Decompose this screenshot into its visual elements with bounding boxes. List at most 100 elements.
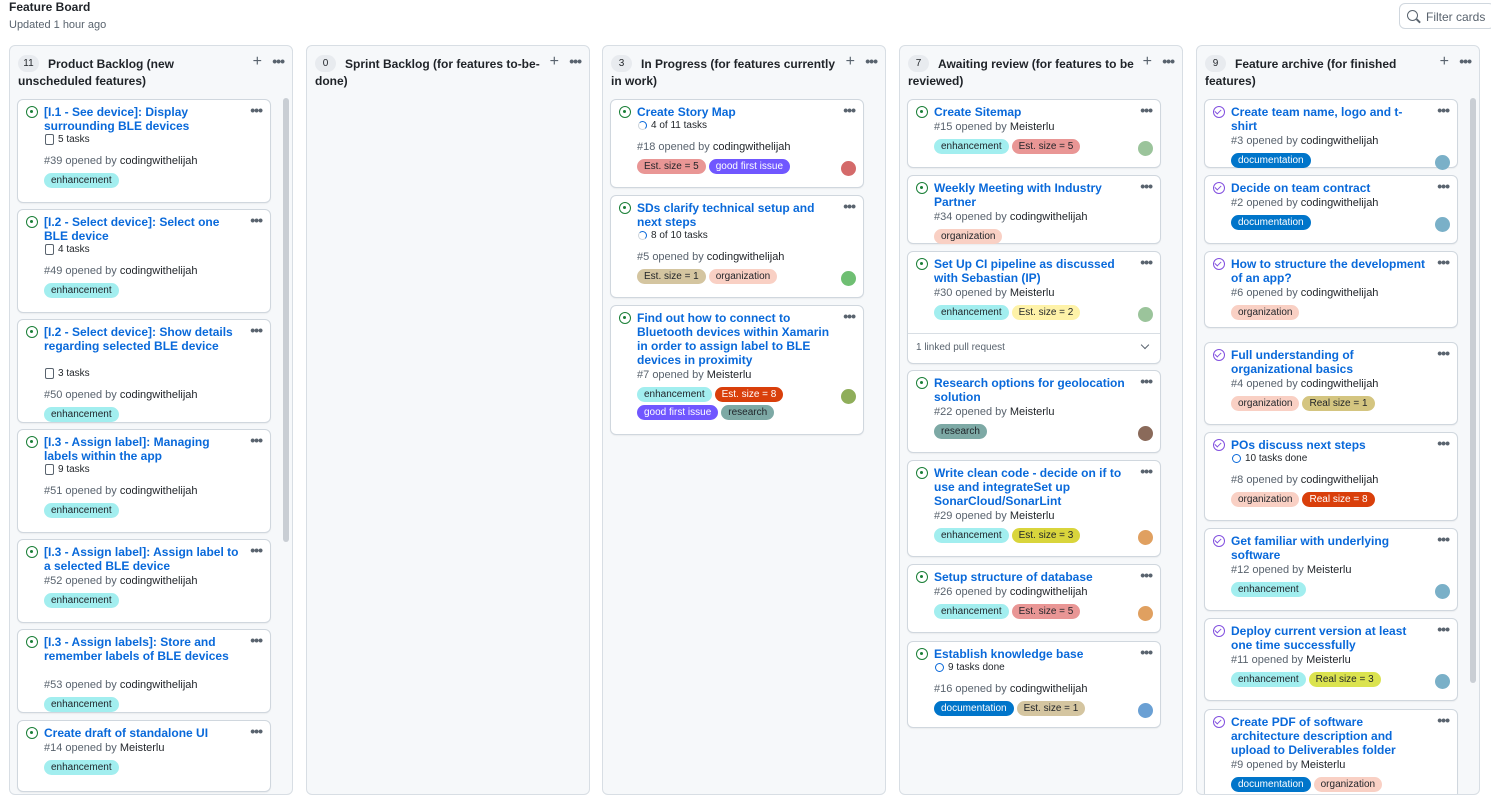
issue-title-link[interactable]: Get familiar with underlying software [1231, 534, 1426, 562]
assignee-avatar[interactable] [1138, 307, 1153, 322]
issue-label[interactable]: Est. size = 5 [1011, 139, 1081, 154]
author-link[interactable]: Meisterlu [1010, 121, 1055, 133]
card-menu-button[interactable]: ••• [1437, 254, 1450, 270]
card-menu-button[interactable]: ••• [1140, 567, 1153, 583]
linked-pull-request-row[interactable]: 1 linked pull request [908, 333, 1160, 353]
issue-card[interactable]: Write clean code - decide on if to use a… [907, 460, 1161, 557]
issue-card[interactable]: SDs clarify technical setup and next ste… [610, 195, 864, 298]
author-link[interactable]: codingwithelijah [120, 679, 198, 691]
issue-card[interactable]: Find out how to connect to Bluetooth dev… [610, 305, 864, 435]
issue-label[interactable]: Real size = 3 [1308, 672, 1381, 687]
issue-card[interactable]: [I.3 - Assign label]: Assign label to a … [17, 539, 271, 623]
issue-title-link[interactable]: SDs clarify technical setup and next ste… [637, 201, 832, 229]
issue-title-link[interactable]: Full understanding of organizational bas… [1231, 348, 1426, 376]
card-menu-button[interactable]: ••• [1140, 463, 1153, 479]
issue-label[interactable]: organization [1231, 492, 1300, 507]
card-menu-button[interactable]: ••• [1437, 621, 1450, 637]
issue-label[interactable]: enhancement [934, 139, 1009, 154]
author-link[interactable]: codingwithelijah [1301, 287, 1379, 299]
issue-label[interactable]: good first issue [708, 159, 791, 174]
column-menu-button[interactable]: ••• [1459, 54, 1472, 68]
issue-title-link[interactable]: [I.3 - Assign label]: Managing labels wi… [44, 435, 239, 463]
issue-card[interactable]: Establish knowledge base ••• 9 tasks done #… [907, 641, 1161, 728]
author-link[interactable]: codingwithelijah [120, 485, 198, 497]
issue-title-link[interactable]: Set Up CI pipeline as discussed with Seb… [934, 257, 1129, 285]
issue-label[interactable]: organization [708, 269, 778, 284]
author-link[interactable]: codingwithelijah [1301, 474, 1379, 486]
add-item-button[interactable]: + [1440, 54, 1449, 70]
assignee-avatar[interactable] [1138, 141, 1153, 156]
author-link[interactable]: Meisterlu [707, 369, 752, 381]
issue-label[interactable]: Est. size = 2 [1011, 305, 1081, 320]
author-link[interactable]: codingwithelijah [1301, 135, 1379, 147]
issue-card[interactable]: [I.1 - See device]: Display surrounding … [17, 99, 271, 203]
chevron-down-icon[interactable] [1140, 340, 1150, 350]
issue-label[interactable]: Est. size = 1 [637, 269, 706, 284]
issue-card[interactable]: Set Up CI pipeline as discussed with Seb… [907, 251, 1161, 364]
issue-title-link[interactable]: Decide on team contract [1231, 181, 1426, 195]
issue-label[interactable]: research [721, 405, 775, 420]
issue-label[interactable]: enhancement [1231, 672, 1306, 687]
card-menu-button[interactable]: ••• [1437, 712, 1450, 728]
column-menu-button[interactable]: ••• [569, 54, 582, 68]
card-menu-button[interactable]: ••• [1437, 178, 1450, 194]
card-menu-button[interactable]: ••• [1140, 254, 1153, 270]
column-menu-button[interactable]: ••• [1162, 54, 1175, 68]
issue-label[interactable]: Est. size = 3 [1011, 528, 1081, 543]
author-link[interactable]: codingwithelijah [120, 389, 198, 401]
issue-label[interactable]: Est. size = 8 [714, 387, 784, 402]
issue-label[interactable]: Est. size = 5 [637, 159, 706, 174]
issue-title-link[interactable]: Establish knowledge base [934, 647, 1129, 661]
add-item-button[interactable]: + [1143, 54, 1152, 70]
card-menu-button[interactable]: ••• [843, 198, 856, 214]
author-link[interactable]: Meisterlu [1301, 759, 1346, 771]
scrollbar[interactable] [283, 98, 289, 542]
assignee-avatar[interactable] [1435, 217, 1450, 232]
add-item-button[interactable]: + [550, 54, 559, 70]
issue-card[interactable]: Full understanding of organizational bas… [1204, 342, 1458, 425]
author-link[interactable]: codingwithelijah [1301, 197, 1379, 209]
author-link[interactable]: codingwithelijah [707, 251, 785, 263]
card-menu-button[interactable]: ••• [250, 212, 263, 228]
issue-card[interactable]: Create team name, logo and t-shirt ••• #3 … [1204, 99, 1458, 170]
issue-label[interactable]: enhancement [44, 283, 119, 298]
card-menu-button[interactable]: ••• [250, 723, 263, 739]
issue-label[interactable]: documentation [934, 701, 1014, 716]
issue-label[interactable]: Real size = 8 [1302, 492, 1375, 507]
issue-card[interactable]: Create Story Map ••• 4 of 11 tasks #18 open… [610, 99, 864, 188]
author-link[interactable]: codingwithelijah [1301, 378, 1379, 390]
scrollbar[interactable] [1470, 98, 1476, 683]
issue-card[interactable]: Create PDF of software architecture desc… [1204, 709, 1458, 794]
author-link[interactable]: codingwithelijah [1010, 211, 1088, 223]
author-link[interactable]: codingwithelijah [1010, 683, 1088, 695]
author-link[interactable]: Meisterlu [120, 742, 165, 754]
issue-card[interactable]: Get familiar with underlying software •••… [1204, 528, 1458, 611]
issue-label[interactable]: Real size = 1 [1302, 396, 1375, 411]
issue-card[interactable]: How to structure the development of an a… [1204, 251, 1458, 328]
assignee-avatar[interactable] [1138, 530, 1153, 545]
assignee-avatar[interactable] [1138, 606, 1153, 621]
card-menu-button[interactable]: ••• [1437, 345, 1450, 361]
card-menu-button[interactable]: ••• [1437, 435, 1450, 451]
issue-label[interactable]: enhancement [44, 593, 119, 608]
issue-card[interactable]: Research options for geolocation solutio… [907, 370, 1161, 453]
issue-title-link[interactable]: POs discuss next steps [1231, 438, 1426, 452]
assignee-avatar[interactable] [1138, 703, 1153, 718]
issue-card[interactable]: [I.3 - Assign label]: Managing labels wi… [17, 429, 271, 533]
issue-label[interactable]: enhancement [1231, 582, 1306, 597]
card-menu-button[interactable]: ••• [250, 632, 263, 648]
issue-card[interactable]: Weekly Meeting with Industry Partner ••• #… [907, 175, 1161, 244]
card-menu-button[interactable]: ••• [250, 542, 263, 558]
issue-title-link[interactable]: Create team name, logo and t-shirt [1231, 105, 1426, 133]
author-link[interactable]: codingwithelijah [120, 575, 198, 587]
issue-label[interactable]: documentation [1231, 153, 1311, 168]
issue-label[interactable]: good first issue [637, 405, 719, 420]
card-menu-button[interactable]: ••• [250, 322, 263, 338]
column-menu-button[interactable]: ••• [865, 54, 878, 68]
issue-title-link[interactable]: Deploy current version at least one time… [1231, 624, 1426, 652]
card-menu-button[interactable]: ••• [1140, 373, 1153, 389]
assignee-avatar[interactable] [841, 389, 856, 404]
author-link[interactable]: Meisterlu [1010, 510, 1055, 522]
filter-cards-input[interactable]: Filter cards [1399, 3, 1491, 29]
issue-title-link[interactable]: [I.2 - Select device]: Select one BLE de… [44, 215, 239, 243]
